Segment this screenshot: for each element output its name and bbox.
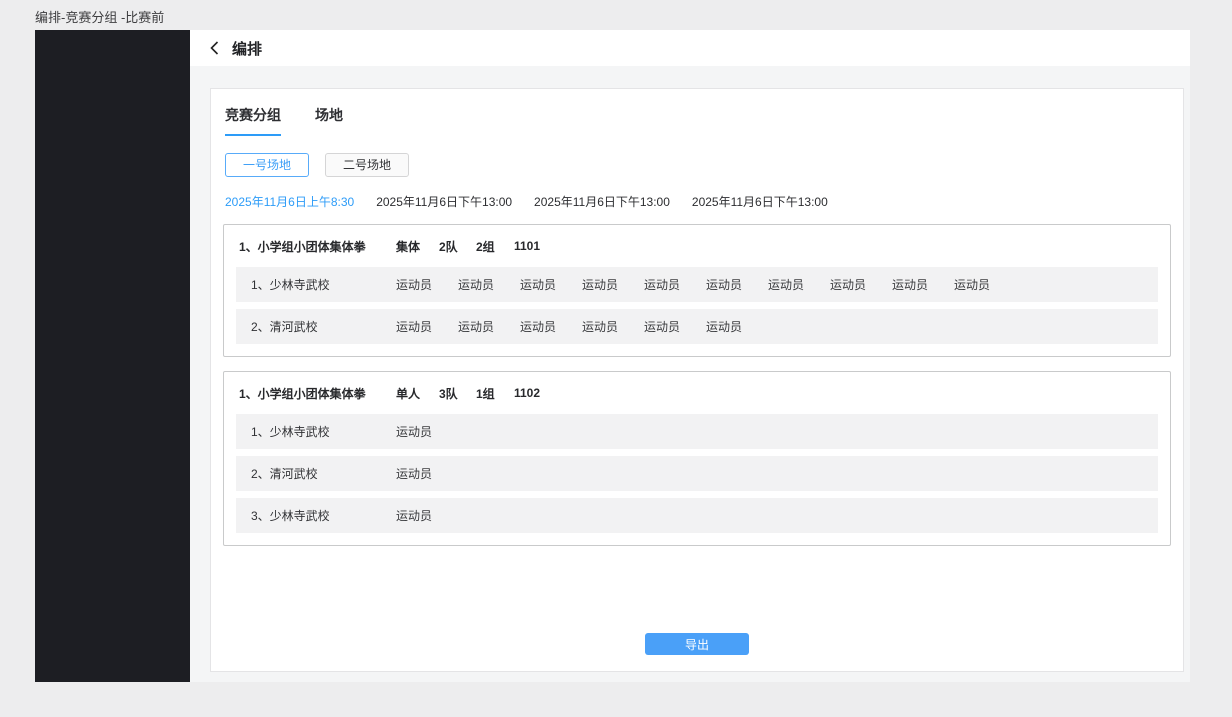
team-row: 2、清河武校 运动员运动员运动员运动员运动员运动员 <box>236 309 1158 344</box>
venue-button-group: 一号场地二号场地 <box>223 153 1171 177</box>
export-wrap: 导出 <box>645 633 749 655</box>
athlete-cell: 运动员 <box>458 276 520 293</box>
athlete-cell: 运动员 <box>644 318 706 335</box>
venue-button[interactable]: 二号场地 <box>325 153 409 177</box>
team-row: 1、少林寺武校 运动员运动员运动员运动员运动员运动员运动员运动员运动员运动员 <box>236 267 1158 302</box>
page-title: 编排 <box>232 38 262 59</box>
tab-venue[interactable]: 场地 <box>315 105 343 136</box>
session-list: 2025年11月6日上午8:30 2025年11月6日下午13:00 2025年11… <box>223 193 1171 210</box>
athlete-cell: 运动员 <box>582 276 644 293</box>
athlete-cell: 运动员 <box>458 318 520 335</box>
athlete-cell: 运动员 <box>520 276 582 293</box>
athlete-cell: 运动员 <box>644 276 706 293</box>
athlete-list: 运动员 <box>396 507 458 524</box>
athlete-list: 运动员 <box>396 423 458 440</box>
group-type: 集体 <box>396 238 439 255</box>
back-icon[interactable] <box>206 39 224 57</box>
athlete-cell: 运动员 <box>396 507 458 524</box>
group-number: 1组 <box>476 385 514 402</box>
topbar: 编排 <box>190 30 1190 66</box>
window-title: 编排-竞赛分组 -比赛前 <box>35 7 164 26</box>
venue-button[interactable]: 一号场地 <box>225 153 309 177</box>
athlete-cell: 运动员 <box>520 318 582 335</box>
athlete-cell: 运动员 <box>396 276 458 293</box>
team-rows: 1、少林寺武校 运动员运动员运动员运动员运动员运动员运动员运动员运动员运动员 2… <box>236 267 1158 344</box>
group-team-count: 2队 <box>439 238 476 255</box>
athlete-cell: 运动员 <box>396 423 458 440</box>
content-panel: 竞赛分组场地 一号场地二号场地 2025年11月6日上午8:302025年11月… <box>210 88 1184 672</box>
group-header: 1、小学组小团体集体拳 单人 3队 1组 1102 <box>236 372 1158 414</box>
tab-competition-grouping[interactable]: 竞赛分组 <box>225 105 281 136</box>
team-row: 2、清河武校 运动员 <box>236 456 1158 491</box>
session-date[interactable]: 2025年11月6日下午13:00 <box>376 193 512 210</box>
group-event-name: 1、小学组小团体集体拳 <box>239 238 396 255</box>
group-card: 1、小学组小团体集体拳 集体 2队 2组 1101 1、少林寺武校 运动员运动员… <box>223 224 1171 357</box>
athlete-list: 运动员运动员运动员运动员运动员运动员 <box>396 318 768 335</box>
athlete-cell: 运动员 <box>768 276 830 293</box>
group-number: 2组 <box>476 238 514 255</box>
team-row: 3、少林寺武校 运动员 <box>236 498 1158 533</box>
athlete-cell: 运动员 <box>706 276 768 293</box>
athlete-list: 运动员 <box>396 465 458 482</box>
athlete-cell: 运动员 <box>892 276 954 293</box>
group-team-count: 3队 <box>439 385 476 402</box>
group-event-name: 1、小学组小团体集体拳 <box>239 385 396 402</box>
group-type: 单人 <box>396 385 439 402</box>
sidebar <box>35 30 190 682</box>
athlete-cell: 运动员 <box>830 276 892 293</box>
athlete-cell: 运动员 <box>954 276 1016 293</box>
group-header: 1、小学组小团体集体拳 集体 2队 2组 1101 <box>236 225 1158 267</box>
main-area: 编排 竞赛分组场地 一号场地二号场地 2025年11月6日上午8:302025年… <box>190 30 1190 682</box>
team-name: 1、少林寺武校 <box>251 423 396 440</box>
tab-bar: 竞赛分组 场地 <box>223 105 1171 136</box>
session-date[interactable]: 2025年11月6日上午8:30 <box>225 193 354 210</box>
athlete-cell: 运动员 <box>582 318 644 335</box>
athlete-cell: 运动员 <box>706 318 768 335</box>
app-window: 编排 竞赛分组场地 一号场地二号场地 2025年11月6日上午8:302025年… <box>35 30 1190 682</box>
team-rows: 1、少林寺武校 运动员 2、清河武校 运动员 3、少林寺武校 运动员 <box>236 414 1158 533</box>
team-name: 2、清河武校 <box>251 465 396 482</box>
group-code: 1102 <box>514 386 540 400</box>
team-name: 1、少林寺武校 <box>251 276 396 293</box>
athlete-cell: 运动员 <box>396 465 458 482</box>
team-row: 1、少林寺武校 运动员 <box>236 414 1158 449</box>
export-button[interactable]: 导出 <box>645 633 749 655</box>
athlete-list: 运动员运动员运动员运动员运动员运动员运动员运动员运动员运动员 <box>396 276 1016 293</box>
session-date[interactable]: 2025年11月6日下午13:00 <box>692 193 828 210</box>
team-name: 3、少林寺武校 <box>251 507 396 524</box>
athlete-cell: 运动员 <box>396 318 458 335</box>
group-list: 1、小学组小团体集体拳 集体 2队 2组 1101 1、少林寺武校 运动员运动员… <box>223 224 1171 546</box>
team-name: 2、清河武校 <box>251 318 396 335</box>
group-code: 1101 <box>514 239 540 253</box>
session-date[interactable]: 2025年11月6日下午13:00 <box>534 193 670 210</box>
group-card: 1、小学组小团体集体拳 单人 3队 1组 1102 1、少林寺武校 运动员 2、… <box>223 371 1171 546</box>
